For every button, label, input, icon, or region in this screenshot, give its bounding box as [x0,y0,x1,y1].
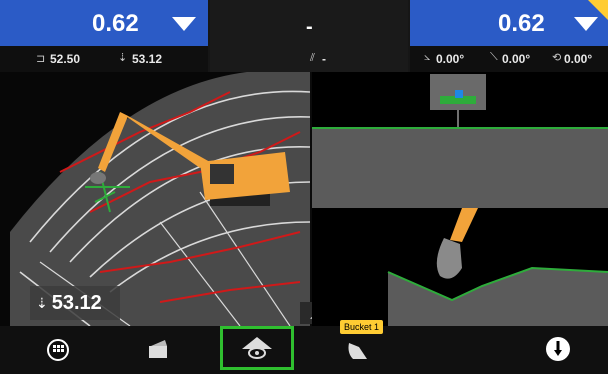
alert-button[interactable] [536,330,580,368]
bucket-icon [348,343,367,359]
cut-fill-value-left: 0.62 [92,10,139,37]
center-value: - [306,16,313,38]
alert-corner-marker [588,0,608,20]
grid-menu-icon [47,339,69,361]
cut-fill-panel-right[interactable]: 0.62 [410,0,608,46]
indicator-elev-value: 53.12 [132,52,163,66]
elevation-readout-value: 53.12 [51,291,102,314]
view-select-icon [149,340,167,358]
main-slope-icon: ⟍ [490,51,498,63]
center-panel[interactable]: - ⫽ - [210,0,408,72]
profile-view[interactable] [312,72,608,326]
center-sub-value: - [322,52,326,66]
bucket-label: Bucket 1 [340,320,384,334]
bucket-depth-icon: ⊐ [36,53,46,65]
profile-scene [312,74,608,326]
down-triangle-icon [172,17,196,31]
indicator-row-left: ⊐ 52.50 ⇣ 53.12 [0,46,208,72]
camera-view-icon [242,337,272,359]
main-slope-value: 0.00° [502,52,531,66]
view-select-button[interactable] [136,332,180,368]
cross-slope-icon: ⦣ [424,51,431,63]
bucket-angle-icon: ⟲ [552,52,562,64]
alert-icon [546,337,570,361]
indicator-up-value: 52.50 [50,52,81,66]
cross-slope-value: 0.00° [436,52,465,66]
camera-view-button[interactable] [220,326,294,370]
cut-fill-value-right: 0.62 [498,10,545,37]
bucket-button[interactable] [340,334,374,368]
indicator-row-right: ⦣ 0.00° ⟍ 0.00° ⟲ 0.00° [410,46,608,72]
bottom-toolbar [0,326,608,374]
grid-menu-button[interactable] [36,332,80,368]
cut-fill-panel-left[interactable]: 0.62 [0,0,208,46]
slope-icon: ⫽ [310,52,315,64]
elevation-readout-icon: ⇣ [36,294,48,311]
bucket-angle-value: 0.00° [564,52,593,66]
elevation-readout: ⇣ 53.12 [30,286,120,320]
elevation-icon: ⇣ [118,52,128,64]
